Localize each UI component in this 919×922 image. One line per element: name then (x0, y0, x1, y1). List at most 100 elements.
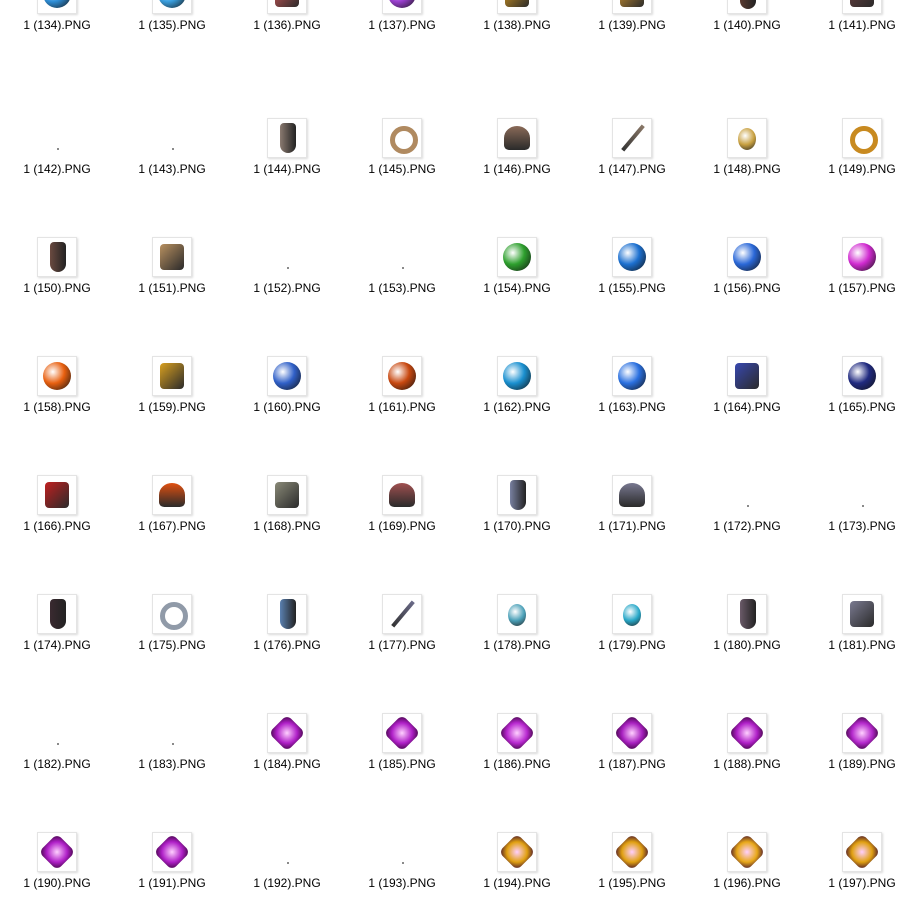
file-name: 1 (183).PNG (138, 757, 206, 771)
file-item[interactable]: 1 (195).PNG (582, 832, 682, 922)
file-item[interactable]: 1 (179).PNG (582, 594, 682, 684)
gold-box-icon (497, 0, 537, 14)
file-item[interactable]: 1 (149).PNG (812, 118, 912, 208)
amulet-icon (497, 594, 537, 634)
file-item[interactable]: 1 (169).PNG (352, 475, 452, 565)
file-item[interactable]: 1 (181).PNG (812, 594, 912, 684)
file-name: 1 (138).PNG (483, 18, 551, 32)
file-item[interactable]: 1 (162).PNG (467, 356, 567, 446)
file-item[interactable]: 1 (177).PNG (352, 594, 452, 684)
file-name: 1 (155).PNG (598, 281, 666, 295)
purple-rune-stone-icon (842, 713, 882, 753)
file-name: 1 (185).PNG (368, 757, 436, 771)
no-thumbnail (37, 713, 77, 753)
file-name: 1 (170).PNG (483, 519, 551, 533)
file-item[interactable]: 1 (148).PNG (697, 118, 797, 208)
no-thumbnail (267, 832, 307, 872)
file-item[interactable]: 1 (172).PNG (697, 475, 797, 565)
file-name: 1 (140).PNG (713, 18, 781, 32)
file-item[interactable]: 1 (170).PNG (467, 475, 567, 565)
file-item[interactable]: 1 (145).PNG (352, 118, 452, 208)
file-item[interactable]: 1 (157).PNG (812, 237, 912, 327)
file-item[interactable]: 1 (173).PNG (812, 475, 912, 565)
file-item[interactable]: 1 (140).PNG (697, 0, 797, 64)
file-item[interactable]: 1 (146).PNG (467, 118, 567, 208)
file-item[interactable]: 1 (193).PNG (352, 832, 452, 922)
file-item[interactable]: 1 (161).PNG (352, 356, 452, 446)
file-item[interactable]: 1 (185).PNG (352, 713, 452, 803)
boots-icon (497, 475, 537, 515)
dark-gauntlet-icon (37, 594, 77, 634)
file-item[interactable]: 1 (187).PNG (582, 713, 682, 803)
file-item[interactable]: 1 (152).PNG (237, 237, 337, 327)
file-item[interactable]: 1 (176).PNG (237, 594, 337, 684)
file-item[interactable]: 1 (174).PNG (7, 594, 107, 684)
purple-rune-stone-icon (497, 713, 537, 753)
potion-icon (612, 594, 652, 634)
blue-gem-icon (152, 0, 192, 14)
file-item[interactable]: 1 (156).PNG (697, 237, 797, 327)
file-item[interactable]: 1 (192).PNG (237, 832, 337, 922)
file-item[interactable]: 1 (138).PNG (467, 0, 567, 64)
file-name: 1 (175).PNG (138, 638, 206, 652)
file-item[interactable]: 1 (158).PNG (7, 356, 107, 446)
file-item[interactable]: 1 (135).PNG (122, 0, 222, 64)
file-item[interactable]: 1 (155).PNG (582, 237, 682, 327)
file-item[interactable]: 1 (188).PNG (697, 713, 797, 803)
file-item[interactable]: 1 (154).PNG (467, 237, 567, 327)
file-item[interactable]: 1 (175).PNG (122, 594, 222, 684)
file-item[interactable]: 1 (196).PNG (697, 832, 797, 922)
file-item[interactable]: 1 (189).PNG (812, 713, 912, 803)
file-item[interactable]: 1 (190).PNG (7, 832, 107, 922)
file-item[interactable]: 1 (180).PNG (697, 594, 797, 684)
file-name: 1 (195).PNG (598, 876, 666, 890)
file-name: 1 (186).PNG (483, 757, 551, 771)
file-name: 1 (177).PNG (368, 638, 436, 652)
file-item[interactable]: 1 (153).PNG (352, 237, 452, 327)
file-item[interactable]: 1 (139).PNG (582, 0, 682, 64)
blue-gauntlet-icon (267, 594, 307, 634)
file-name: 1 (179).PNG (598, 638, 666, 652)
file-name: 1 (191).PNG (138, 876, 206, 890)
armor-skirt-icon (152, 237, 192, 277)
file-name: 1 (172).PNG (713, 519, 781, 533)
file-item[interactable]: 1 (186).PNG (467, 713, 567, 803)
file-item[interactable]: 1 (165).PNG (812, 356, 912, 446)
file-name: 1 (189).PNG (828, 757, 896, 771)
file-item[interactable]: 1 (141).PNG (812, 0, 912, 64)
file-item[interactable]: 1 (167).PNG (122, 475, 222, 565)
purple-gem-icon (382, 0, 422, 14)
file-item[interactable]: 1 (178).PNG (467, 594, 567, 684)
file-item[interactable]: 1 (163).PNG (582, 356, 682, 446)
file-name: 1 (156).PNG (713, 281, 781, 295)
blue-gem-icon (37, 0, 77, 14)
file-item[interactable]: 1 (143).PNG (122, 118, 222, 208)
file-item[interactable]: 1 (197).PNG (812, 832, 912, 922)
file-item[interactable]: 1 (183).PNG (122, 713, 222, 803)
file-item[interactable]: 1 (150).PNG (7, 237, 107, 327)
file-item[interactable]: 1 (191).PNG (122, 832, 222, 922)
file-name: 1 (182).PNG (23, 757, 91, 771)
file-name: 1 (194).PNG (483, 876, 551, 890)
file-item[interactable]: 1 (142).PNG (7, 118, 107, 208)
file-item[interactable]: 1 (194).PNG (467, 832, 567, 922)
file-item[interactable]: 1 (159).PNG (122, 356, 222, 446)
file-item[interactable]: 1 (137).PNG (352, 0, 452, 64)
file-item[interactable]: 1 (182).PNG (7, 713, 107, 803)
file-item[interactable]: 1 (160).PNG (237, 356, 337, 446)
file-item[interactable]: 1 (147).PNG (582, 118, 682, 208)
file-item[interactable]: 1 (151).PNG (122, 237, 222, 327)
file-name: 1 (159).PNG (138, 400, 206, 414)
file-item[interactable]: 1 (136).PNG (237, 0, 337, 64)
file-item[interactable]: 1 (184).PNG (237, 713, 337, 803)
file-item[interactable]: 1 (134).PNG (7, 0, 107, 64)
file-name: 1 (165).PNG (828, 400, 896, 414)
file-item[interactable]: 1 (144).PNG (237, 118, 337, 208)
file-item[interactable]: 1 (166).PNG (7, 475, 107, 565)
red-scroll-icon (267, 0, 307, 14)
green-orb-icon (497, 237, 537, 277)
file-item[interactable]: 1 (164).PNG (697, 356, 797, 446)
file-item[interactable]: 1 (168).PNG (237, 475, 337, 565)
no-thumbnail (37, 118, 77, 158)
file-item[interactable]: 1 (171).PNG (582, 475, 682, 565)
